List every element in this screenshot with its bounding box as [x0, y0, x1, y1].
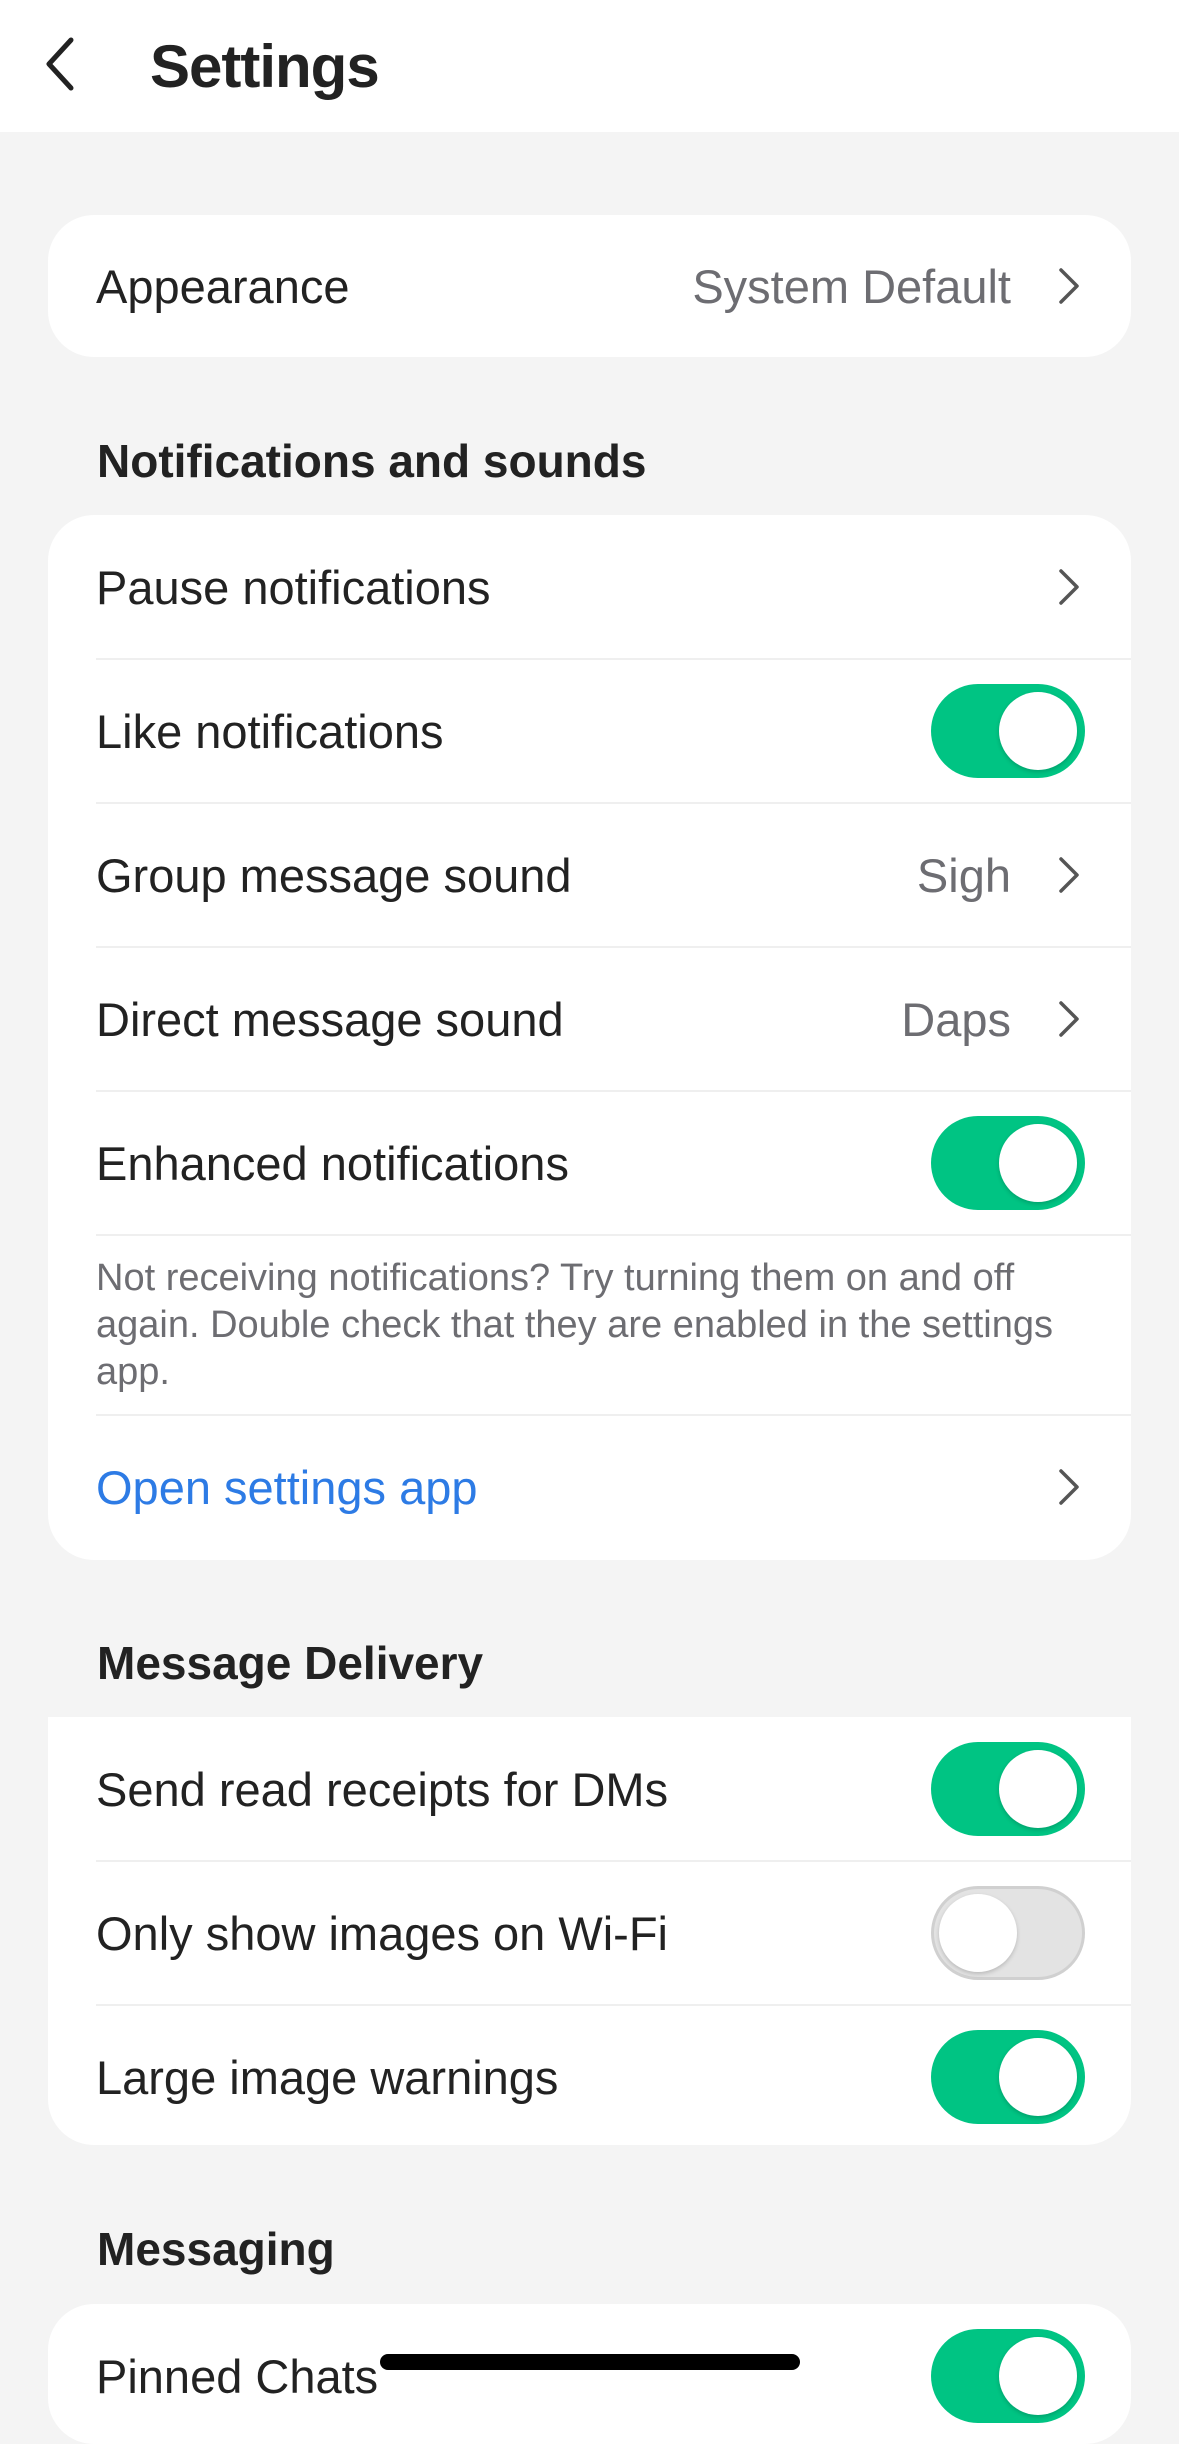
- messaging-section-title: Messaging: [97, 2223, 335, 2275]
- back-button[interactable]: [30, 24, 90, 104]
- open-settings-app-row[interactable]: Open settings app: [48, 1415, 1131, 1559]
- like-notifications-label: Like notifications: [96, 704, 444, 758]
- notifications-section-title: Notifications and sounds: [97, 435, 647, 487]
- page-title: Settings: [150, 33, 380, 100]
- pinned-chats-row: Pinned Chats: [48, 2304, 1131, 2444]
- toggle-knob: [999, 1124, 1077, 1202]
- open-settings-app-link[interactable]: Open settings app: [96, 1460, 478, 1515]
- chevron-right-icon: [1051, 997, 1087, 1041]
- read-receipts-toggle[interactable]: [931, 1742, 1085, 1836]
- large-image-warnings-toggle[interactable]: [931, 2030, 1085, 2124]
- like-notifications-toggle[interactable]: [931, 684, 1085, 778]
- notifications-help-text: Not receiving notifications? Try turning…: [96, 1257, 1053, 1393]
- pinned-chats-label: Pinned Chats: [96, 2349, 379, 2403]
- divider: [96, 1234, 1131, 1236]
- wifi-images-row: Only show images on Wi-Fi: [48, 1861, 1131, 2005]
- notifications-card: Pause notifications Like notifications G…: [48, 515, 1131, 1560]
- appearance-label: Appearance: [96, 259, 350, 313]
- chevron-right-icon: [1051, 264, 1087, 308]
- like-notifications-row: Like notifications: [48, 659, 1131, 803]
- delivery-card: Send read receipts for DMs Only show ima…: [48, 1717, 1131, 2145]
- delivery-section-title: Message Delivery: [97, 1637, 484, 1689]
- large-image-warnings-row: Large image warnings: [48, 2005, 1131, 2145]
- appearance-row[interactable]: Appearance System Default: [48, 215, 1131, 357]
- appearance-value: System Default: [692, 259, 1011, 313]
- direct-message-sound-row[interactable]: Direct message sound Daps: [48, 947, 1131, 1091]
- toggle-knob: [999, 2337, 1077, 2415]
- chevron-right-icon: [1051, 853, 1087, 897]
- pinned-chats-toggle[interactable]: [931, 2329, 1085, 2423]
- messaging-card: Pinned Chats: [48, 2304, 1131, 2444]
- direct-message-sound-label: Direct message sound: [96, 992, 564, 1046]
- large-image-warnings-label: Large image warnings: [96, 2050, 559, 2104]
- read-receipts-label: Send read receipts for DMs: [96, 1762, 669, 1816]
- toggle-knob: [999, 1750, 1077, 1828]
- appearance-card: Appearance System Default: [48, 215, 1131, 357]
- chevron-right-icon: [1051, 565, 1087, 609]
- chevron-right-icon: [1051, 1465, 1087, 1509]
- pause-notifications-row[interactable]: Pause notifications: [48, 515, 1131, 659]
- pause-notifications-label: Pause notifications: [96, 560, 491, 614]
- toggle-knob: [999, 2038, 1077, 2116]
- wifi-images-toggle[interactable]: [931, 1886, 1085, 1980]
- group-message-sound-row[interactable]: Group message sound Sigh: [48, 803, 1131, 947]
- home-indicator: [380, 2354, 800, 2370]
- enhanced-notifications-label: Enhanced notifications: [96, 1136, 569, 1190]
- wifi-images-label: Only show images on Wi-Fi: [96, 1906, 668, 1960]
- enhanced-notifications-toggle[interactable]: [931, 1116, 1085, 1210]
- read-receipts-row: Send read receipts for DMs: [48, 1717, 1131, 1861]
- toggle-knob: [999, 692, 1077, 770]
- back-chevron-icon: [46, 37, 74, 91]
- direct-message-sound-value: Daps: [901, 992, 1011, 1046]
- header-bar: Settings: [0, 0, 1179, 132]
- group-message-sound-label: Group message sound: [96, 848, 572, 902]
- toggle-knob: [939, 1894, 1017, 1972]
- group-message-sound-value: Sigh: [916, 848, 1011, 902]
- enhanced-notifications-row: Enhanced notifications: [48, 1091, 1131, 1235]
